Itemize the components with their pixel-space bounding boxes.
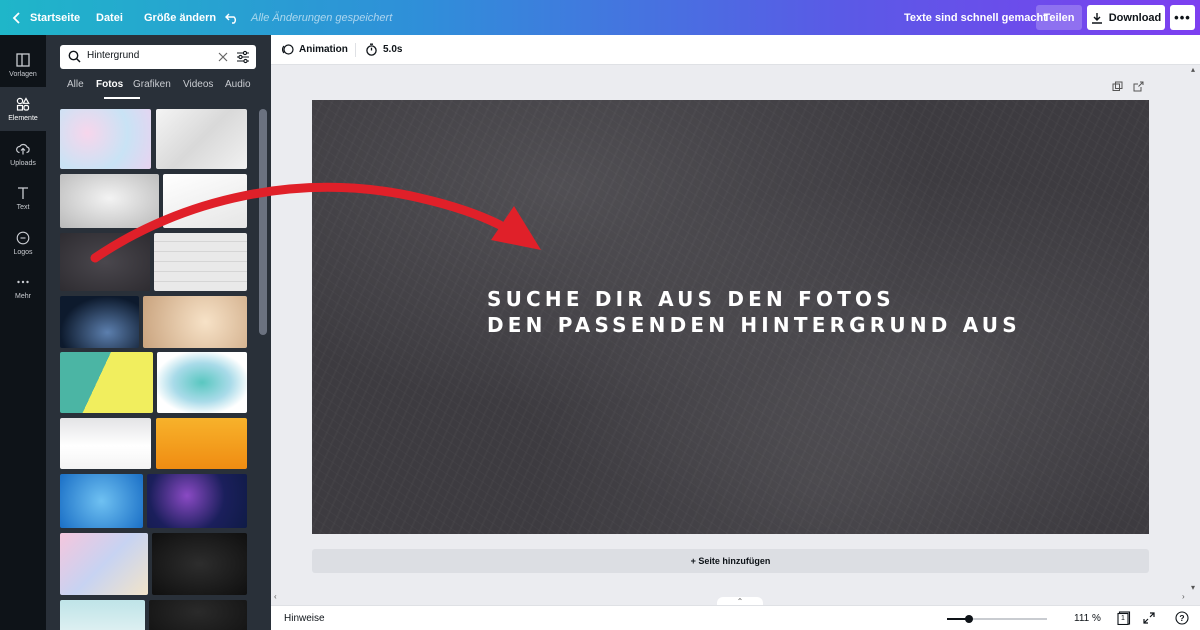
page-count-button[interactable]: 1 [1117,611,1131,626]
bottom-bar: Hinweise 111 % 1 ? [271,605,1200,630]
help-button[interactable]: ? [1175,611,1189,625]
red-arrow-icon [90,182,541,263]
svg-text:?: ? [1179,613,1184,623]
zoom-slider[interactable] [947,615,1047,623]
scroll-down-icon[interactable]: ▾ [1191,583,1195,592]
scroll-up-icon[interactable]: ▴ [1191,65,1195,74]
hints-button[interactable]: Hinweise [284,613,325,624]
canvas-scrollbar[interactable]: ▴ ▾ [1190,65,1200,605]
page-number: 1 [1121,615,1125,622]
help-icon: ? [1175,611,1189,625]
zoom-slider-knob[interactable] [965,615,973,623]
fullscreen-icon [1143,612,1155,624]
scroll-right-icon[interactable]: › [1182,592,1185,601]
fullscreen-button[interactable] [1142,611,1156,625]
zoom-value[interactable]: 111 % [1074,613,1101,624]
scroll-left-icon[interactable]: ‹ [274,592,277,601]
